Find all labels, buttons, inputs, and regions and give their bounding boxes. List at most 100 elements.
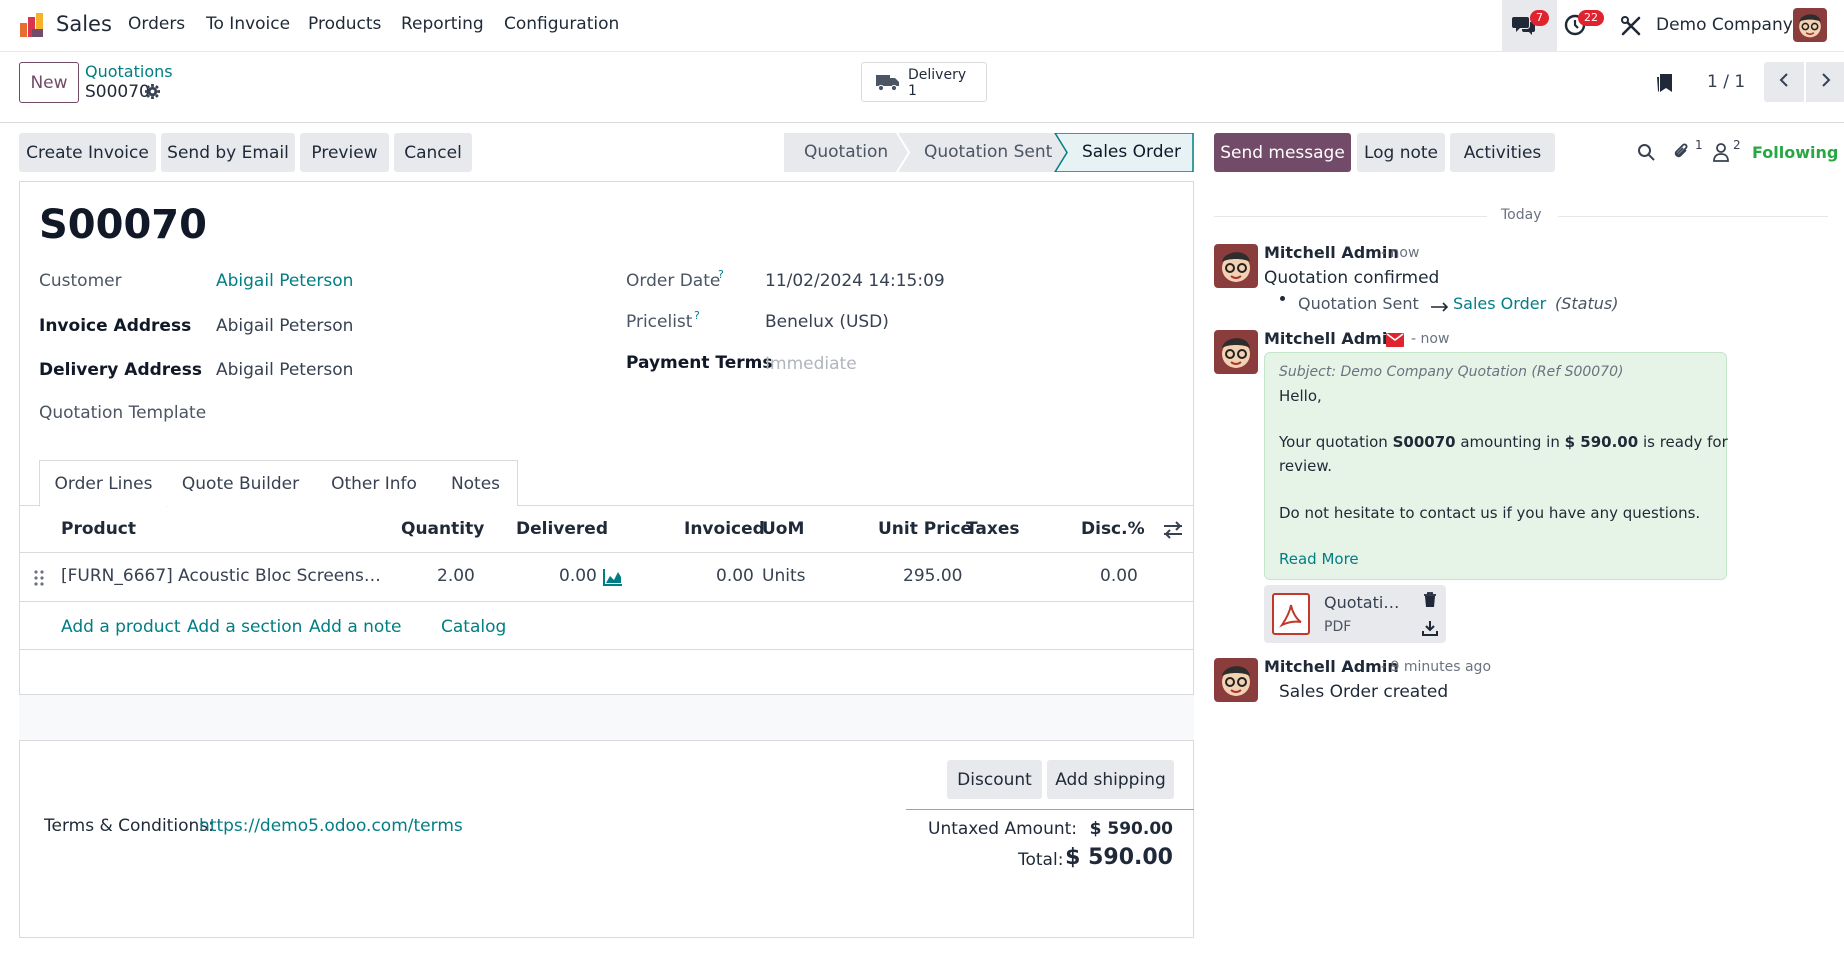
line-delivered[interactable]: 0.00: [559, 566, 597, 586]
activities-systray[interactable]: 22: [1562, 0, 1607, 52]
top-navbar: Sales Orders To Invoice Products Reporti…: [0, 0, 1844, 52]
col-taxes[interactable]: Taxes: [966, 519, 1020, 539]
read-more-link[interactable]: Read More: [1279, 550, 1359, 568]
attachment-card[interactable]: Quotati… PDF: [1264, 585, 1446, 643]
breadcrumb-quotations[interactable]: Quotations: [85, 62, 173, 81]
add-note-link[interactable]: Add a note: [309, 617, 401, 637]
menu-reporting[interactable]: Reporting: [401, 14, 484, 34]
download-icon[interactable]: [1422, 620, 1438, 641]
send-by-email-button[interactable]: Send by Email: [161, 133, 295, 172]
status-quotation[interactable]: Quotation: [804, 142, 888, 162]
line-invoiced[interactable]: 0.00: [716, 566, 754, 586]
terms-link[interactable]: https://demo5.odoo.com/terms: [199, 816, 463, 836]
app-name[interactable]: Sales: [56, 12, 112, 36]
tab-notes[interactable]: Notes: [434, 460, 518, 506]
add-shipping-button[interactable]: Add shipping: [1047, 760, 1174, 799]
invoice-address-label: Invoice Address: [39, 316, 192, 336]
email-bubble: [1264, 352, 1727, 580]
menu-to-invoice[interactable]: To Invoice: [206, 14, 290, 34]
order-date-label: Order Date: [626, 271, 721, 291]
avatar[interactable]: [1214, 244, 1258, 288]
add-section-link[interactable]: Add a section: [187, 617, 302, 637]
avatar[interactable]: [1214, 330, 1258, 374]
new-button[interactable]: New: [19, 62, 79, 103]
message-author[interactable]: Mitchell Admin: [1264, 657, 1399, 676]
payment-terms-field[interactable]: Immediate: [765, 354, 857, 374]
attachment-name: Quotati…: [1324, 593, 1400, 612]
pager-next-button[interactable]: [1806, 62, 1844, 102]
add-product-link[interactable]: Add a product: [61, 617, 181, 637]
col-quantity[interactable]: Quantity: [401, 519, 484, 539]
col-product[interactable]: Product: [61, 519, 136, 539]
pdf-icon: [1272, 593, 1310, 640]
col-uom[interactable]: UoM: [762, 519, 804, 539]
forecast-chart-icon[interactable]: [603, 568, 623, 591]
col-unit-price[interactable]: Unit Price: [878, 519, 972, 539]
menu-configuration[interactable]: Configuration: [504, 14, 619, 34]
catalog-link[interactable]: Catalog: [441, 617, 506, 637]
trash-icon[interactable]: [1423, 592, 1437, 613]
tab-other-info[interactable]: Other Info: [314, 460, 435, 506]
bookmark-icon[interactable]: [1656, 72, 1674, 99]
messages-systray[interactable]: 7: [1502, 0, 1557, 52]
company-switcher[interactable]: Demo Company: [1656, 15, 1793, 35]
email-text: is ready for: [1638, 433, 1728, 451]
tools-icon[interactable]: [1620, 15, 1642, 42]
email-subject: Subject: Demo Company Quotation (Ref S00…: [1279, 364, 1624, 380]
status-quotation-sent[interactable]: Quotation Sent: [924, 142, 1052, 162]
pager-value[interactable]: 1 / 1: [1707, 72, 1745, 92]
avatar[interactable]: [1214, 658, 1258, 702]
delivery-smart-button[interactable]: Delivery 1: [861, 62, 987, 102]
gear-icon[interactable]: [145, 84, 160, 104]
send-message-label: Send message: [1220, 142, 1345, 163]
optional-columns-icon[interactable]: [1163, 521, 1183, 544]
followers-icon[interactable]: [1712, 142, 1730, 167]
line-quantity[interactable]: 2.00: [437, 566, 475, 586]
send-message-button[interactable]: Send message: [1214, 133, 1351, 172]
search-icon[interactable]: [1637, 143, 1655, 166]
message-author[interactable]: Mitchell Admin: [1264, 329, 1399, 348]
total-label: Total:: [1018, 850, 1064, 870]
message-body: Quotation confirmed: [1264, 268, 1440, 288]
activities-button[interactable]: Activities: [1450, 133, 1555, 172]
discount-button[interactable]: Discount: [947, 760, 1042, 799]
tracking-new-value: Sales Order: [1453, 294, 1547, 313]
line-uom[interactable]: Units: [762, 566, 805, 586]
order-date-field[interactable]: 11/02/2024 14:15:09: [765, 271, 945, 291]
drag-handle-icon[interactable]: [34, 570, 44, 591]
preview-button[interactable]: Preview: [300, 133, 389, 172]
invoice-address-field[interactable]: Abigail Peterson: [216, 316, 353, 336]
customer-field[interactable]: Abigail Peterson: [216, 271, 353, 291]
col-disc[interactable]: Disc.%: [1081, 519, 1145, 539]
menu-products[interactable]: Products: [308, 14, 381, 34]
tab-other-info-label: Other Info: [331, 473, 417, 494]
pager-previous-button[interactable]: [1764, 62, 1804, 102]
cancel-button[interactable]: Cancel: [394, 133, 472, 172]
tab-quote-builder[interactable]: Quote Builder: [167, 460, 315, 506]
odoo-apps-icon[interactable]: [18, 11, 46, 39]
messages-badge: 7: [1530, 10, 1549, 26]
message-body: Sales Order created: [1279, 682, 1449, 702]
user-avatar[interactable]: [1793, 8, 1827, 42]
tab-order-lines[interactable]: Order Lines: [39, 460, 168, 507]
line-disc[interactable]: 0.00: [1100, 566, 1138, 586]
tracking-old-value: Quotation Sent: [1298, 294, 1419, 313]
col-invoiced[interactable]: Invoiced: [684, 519, 765, 539]
message-author[interactable]: Mitchell Admin: [1264, 243, 1399, 262]
line-unit-price[interactable]: 295.00: [903, 566, 962, 586]
status-sales-order[interactable]: Sales Order: [1082, 142, 1181, 162]
following-button[interactable]: Following: [1752, 143, 1838, 162]
email-line3: Do not hesitate to contact us if you hav…: [1279, 504, 1701, 522]
email-hello: Hello,: [1279, 387, 1322, 405]
paperclip-icon[interactable]: [1672, 142, 1690, 167]
delivery-address-label: Delivery Address: [39, 360, 202, 380]
delivery-address-field[interactable]: Abigail Peterson: [216, 360, 353, 380]
pricelist-field[interactable]: Benelux (USD): [765, 312, 889, 332]
order-date-help[interactable]: ?: [718, 268, 724, 281]
menu-orders[interactable]: Orders: [128, 14, 185, 34]
line-product[interactable]: [FURN_6667] Acoustic Bloc Screens…: [61, 566, 381, 586]
log-note-button[interactable]: Log note: [1357, 133, 1445, 172]
col-delivered[interactable]: Delivered: [516, 519, 608, 539]
create-invoice-button[interactable]: Create Invoice: [19, 133, 156, 172]
pricelist-help[interactable]: ?: [694, 309, 700, 322]
